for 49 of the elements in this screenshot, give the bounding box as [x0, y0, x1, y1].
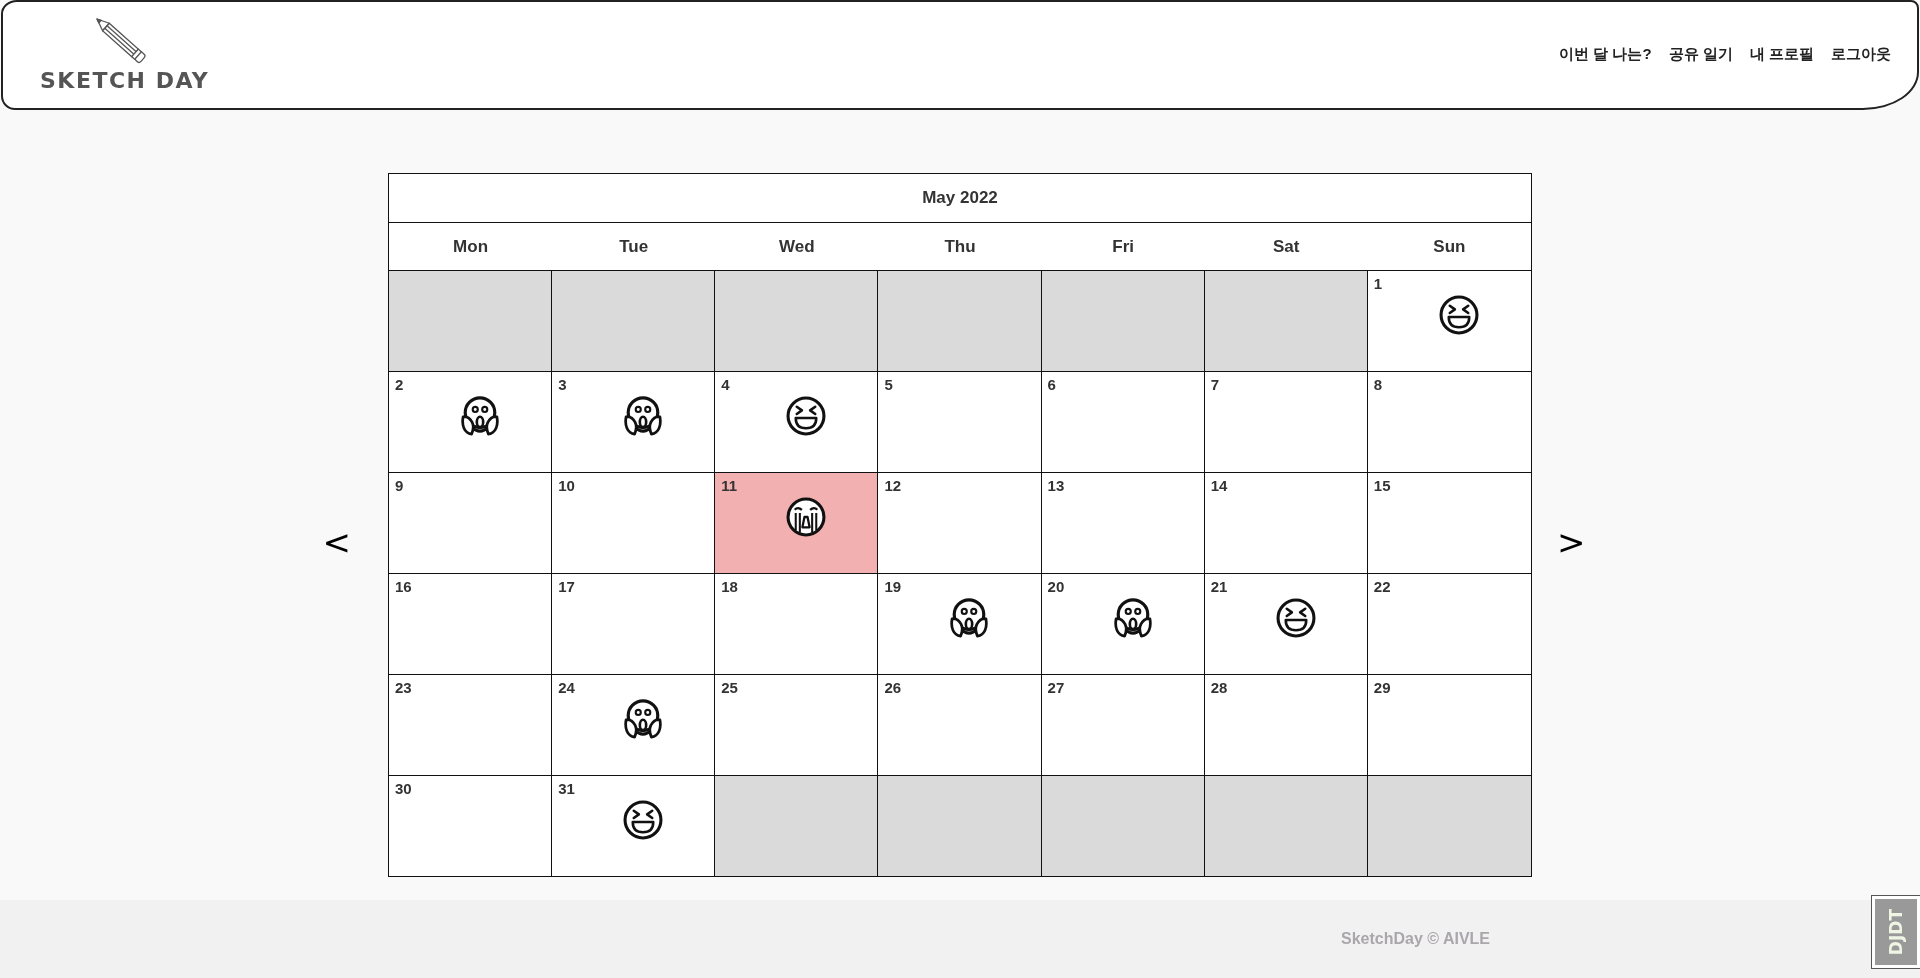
day-number: 1 — [1373, 275, 1383, 293]
weekday-header: Thu — [944, 236, 976, 257]
weekday-header: Sat — [1273, 236, 1300, 257]
day-number: 9 — [395, 477, 404, 495]
day-number: 4 — [721, 376, 730, 394]
calendar-title: May 2022 — [922, 188, 998, 208]
logo-text[interactable]: SKETCH DAY — [40, 67, 210, 95]
calendar-day-cell[interactable]: 11 — [715, 473, 879, 573]
day-number: 13 — [1047, 477, 1065, 495]
footer-text: SketchDay © AIVLE — [1340, 930, 1490, 948]
previous-month-button[interactable]: < — [322, 522, 351, 562]
day-number: 8 — [1373, 376, 1383, 394]
nav-link[interactable]: 로그아웃 — [1831, 44, 1891, 64]
weekday-header: Fri — [1112, 236, 1134, 257]
day-number: 5 — [884, 376, 893, 394]
weekday-header: Sun — [1433, 236, 1466, 257]
day-number: 19 — [884, 578, 902, 596]
day-number: 14 — [1210, 477, 1228, 495]
day-number: 7 — [1210, 376, 1220, 394]
day-number: 11 — [721, 477, 738, 495]
day-number: 2 — [395, 376, 404, 394]
pencil-icon[interactable] — [96, 18, 147, 64]
nav-link[interactable]: 이번 달 나는? — [1559, 44, 1652, 64]
weekday-header: Tue — [619, 236, 649, 257]
day-number: 28 — [1210, 679, 1228, 697]
day-number: 20 — [1047, 578, 1065, 596]
day-number: 12 — [884, 477, 902, 495]
day-number: 30 — [395, 780, 412, 798]
day-number: 25 — [721, 679, 738, 697]
day-number: 16 — [395, 578, 412, 596]
day-number: 10 — [558, 477, 575, 495]
day-number: 18 — [721, 578, 738, 596]
day-number: 27 — [1047, 679, 1065, 697]
day-number: 23 — [395, 679, 412, 697]
weekday-header: Mon — [453, 236, 489, 257]
day-number: 24 — [558, 679, 575, 697]
day-number: 22 — [1373, 578, 1391, 596]
nav-link[interactable]: 공유 일기 — [1668, 44, 1733, 64]
day-number: 17 — [558, 578, 575, 596]
day-number: 29 — [1373, 679, 1391, 697]
day-number: 21 — [1210, 578, 1228, 596]
next-month-button[interactable]: > — [1557, 522, 1586, 562]
day-number: 6 — [1047, 376, 1056, 394]
weekday-header: Wed — [779, 236, 815, 257]
day-number: 31 — [558, 780, 575, 798]
nav-link[interactable]: 내 프로필 — [1749, 44, 1814, 64]
day-number: 15 — [1373, 477, 1391, 495]
day-number: 3 — [558, 376, 567, 394]
day-number: 26 — [884, 679, 902, 697]
